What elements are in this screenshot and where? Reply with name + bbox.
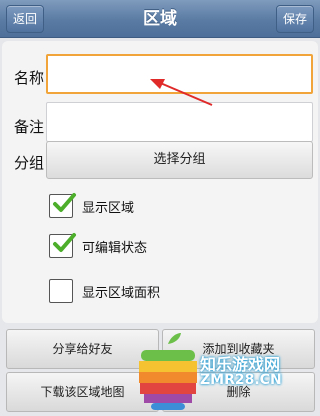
show-area-label: 显示区域: [82, 201, 135, 216]
save-button[interactable]: 保存: [275, 5, 314, 33]
watermark-logo-icon: [139, 333, 197, 410]
note-field[interactable]: [46, 102, 313, 142]
group-label: 分组: [14, 154, 45, 172]
show-area-size-label: 显示区域面积: [82, 286, 161, 301]
checkmark-icon: [53, 233, 76, 252]
show-area-checkbox[interactable]: [49, 193, 76, 218]
form-card: 名称 备注 分组 选择分组 显示区域 可编辑状态 显示区域面积: [2, 41, 318, 323]
checkmark-icon: [53, 193, 76, 212]
show-area-size-checkbox[interactable]: [49, 279, 73, 303]
page-title: 区域: [143, 9, 177, 29]
note-label: 备注: [14, 118, 45, 136]
back-button[interactable]: 返回: [6, 5, 45, 33]
navigation-bar: 区域 返回 保存: [0, 0, 320, 38]
name-label: 名称: [14, 69, 45, 87]
editable-label: 可编辑状态: [82, 241, 148, 256]
watermark-subtext: ZMR28.CN: [200, 372, 282, 388]
name-field[interactable]: [46, 54, 313, 94]
select-group-button[interactable]: 选择分组: [46, 141, 313, 179]
editable-checkbox[interactable]: [49, 233, 76, 258]
